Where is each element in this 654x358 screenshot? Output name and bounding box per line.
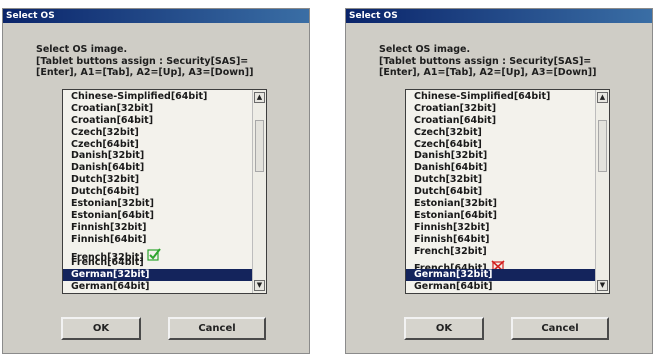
- os-list-item-label: Danish[32bit]: [71, 150, 145, 162]
- os-list-item[interactable]: Estonian[64bit]: [406, 210, 595, 222]
- prompt-line-1: Select OS image.: [379, 44, 471, 55]
- os-list-item-label: Danish[64bit]: [414, 162, 488, 174]
- ok-button[interactable]: OK: [404, 317, 484, 340]
- os-list-item[interactable]: Croatian[64bit]: [406, 115, 595, 127]
- os-list-item-label: Dutch[64bit]: [414, 186, 483, 198]
- os-list-item-label: Czech[32bit]: [414, 126, 482, 138]
- os-list-item-label: Finnish[64bit]: [71, 233, 147, 245]
- instruction-text: Select OS image. [Tablet buttons assign …: [379, 44, 645, 78]
- select-os-dialog-left: Select OS Select OS image. [Tablet butto…: [2, 8, 310, 354]
- os-list-item-label: Czech[32bit]: [71, 126, 139, 138]
- os-list-item[interactable]: Croatian[32bit]: [406, 103, 595, 115]
- scroll-up-arrow-icon[interactable]: ▲: [254, 92, 265, 103]
- prompt-line-3: [Enter], A1=[Tab], A2=[Up], A3=[Down]]: [379, 67, 597, 78]
- os-list-item-label: Estonian[32bit]: [71, 198, 154, 210]
- os-list-item[interactable]: Dutch[64bit]: [406, 186, 595, 198]
- os-list-item[interactable]: Chinese-Simplified[64bit]: [406, 91, 595, 103]
- os-list-item-label: Danish[64bit]: [71, 162, 145, 174]
- os-list-item-label: Estonian[64bit]: [414, 209, 497, 221]
- os-list-item-label: Czech[64bit]: [414, 138, 482, 150]
- os-list-item[interactable]: German[64bit]: [406, 281, 595, 293]
- os-list-item[interactable]: Estonian[64bit]: [63, 210, 252, 222]
- dialog-title: Select OS: [3, 9, 309, 23]
- prompt-line-2: [Tablet buttons assign : Security[SAS]=: [379, 56, 592, 67]
- os-list-item[interactable]: French[64bit]: [63, 257, 252, 269]
- os-list-item[interactable]: French[32bit]: [63, 246, 252, 263]
- prompt-line-1: Select OS image.: [36, 44, 128, 55]
- os-list-item[interactable]: Czech[64bit]: [406, 139, 595, 151]
- os-list-item[interactable]: German[32bit]: [63, 269, 252, 282]
- os-list-item-label: Dutch[64bit]: [71, 186, 140, 198]
- os-list-item[interactable]: Dutch[32bit]: [406, 174, 595, 186]
- os-list-item-label: French[32bit]: [414, 245, 487, 257]
- os-list-item[interactable]: Chinese-Simplified[64bit]: [63, 91, 252, 103]
- ok-button[interactable]: OK: [61, 317, 141, 340]
- cancel-button[interactable]: Cancel: [511, 317, 609, 340]
- os-list-item-label: Chinese-Simplified[64bit]: [414, 91, 551, 102]
- os-list-item[interactable]: Czech[64bit]: [63, 139, 252, 151]
- os-list-item[interactable]: Finnish[32bit]: [63, 222, 252, 234]
- os-list-item-label: Dutch[32bit]: [71, 174, 140, 186]
- os-list-item[interactable]: Estonian[32bit]: [63, 198, 252, 210]
- instruction-text: Select OS image. [Tablet buttons assign …: [36, 44, 302, 78]
- os-image-listbox[interactable]: Chinese-Simplified[64bit] Croatian[32bit]…: [62, 89, 267, 294]
- scroll-down-arrow-icon[interactable]: ▼: [597, 280, 608, 291]
- os-list-items: Chinese-Simplified[64bit] Croatian[32bit]…: [406, 91, 595, 294]
- os-list-item[interactable]: French[64bit]: [406, 257, 595, 274]
- os-list-item-label: German[64bit]: [71, 281, 150, 293]
- os-list-item-label: Croatian[64bit]: [71, 114, 154, 126]
- os-image-listbox[interactable]: Chinese-Simplified[64bit] Croatian[32bit]…: [405, 89, 610, 294]
- os-list-item-label: Finnish[32bit]: [414, 221, 490, 233]
- os-list-item-label: German[64bit]: [414, 281, 493, 293]
- os-list-item[interactable]: Finnish[64bit]: [63, 234, 252, 246]
- os-list-item[interactable]: Danish[64bit]: [406, 162, 595, 174]
- os-list-item-label: Greek[32bit]: [414, 293, 482, 294]
- listbox-scrollbar[interactable]: ▲ ▼: [252, 90, 266, 293]
- os-list-item-label: Danish[32bit]: [414, 150, 488, 162]
- scroll-up-arrow-icon[interactable]: ▲: [597, 92, 608, 103]
- os-list-item-label: Greek[32bit]: [71, 293, 139, 294]
- os-list-item[interactable]: Czech[32bit]: [63, 127, 252, 139]
- os-list-item[interactable]: Estonian[32bit]: [406, 198, 595, 210]
- os-list-item-label: Estonian[64bit]: [71, 209, 154, 221]
- os-list-item[interactable]: German[32bit]: [406, 269, 595, 282]
- os-list-item[interactable]: French[32bit]: [406, 246, 595, 258]
- select-os-dialog-right: Select OS Select OS image. [Tablet butto…: [345, 8, 653, 354]
- prompt-line-3: [Enter], A1=[Tab], A2=[Up], A3=[Down]]: [36, 67, 254, 78]
- os-list-item-label: Finnish[64bit]: [414, 233, 490, 245]
- scrollbar-thumb[interactable]: [255, 120, 264, 172]
- dialog-title: Select OS: [346, 9, 652, 23]
- cancel-button[interactable]: Cancel: [168, 317, 266, 340]
- os-list-item[interactable]: Greek[32bit]: [63, 293, 252, 294]
- os-list-item[interactable]: Dutch[64bit]: [63, 186, 252, 198]
- os-list-item[interactable]: Croatian[64bit]: [63, 115, 252, 127]
- os-list-item-label: German[32bit]: [414, 269, 493, 281]
- os-list-item[interactable]: Danish[64bit]: [63, 162, 252, 174]
- os-list-item-label: Chinese-Simplified[64bit]: [71, 91, 208, 102]
- os-list-item[interactable]: Croatian[32bit]: [63, 103, 252, 115]
- scroll-down-arrow-icon[interactable]: ▼: [254, 280, 265, 291]
- os-list-item[interactable]: German[64bit]: [63, 281, 252, 293]
- os-list-item[interactable]: Greek[32bit]: [406, 293, 595, 294]
- scrollbar-thumb[interactable]: [598, 120, 607, 172]
- os-list-item-label: Croatian[64bit]: [414, 114, 497, 126]
- os-list-item[interactable]: Dutch[32bit]: [63, 174, 252, 186]
- os-list-item-label: Finnish[32bit]: [71, 221, 147, 233]
- os-list-items: Chinese-Simplified[64bit] Croatian[32bit]…: [63, 91, 252, 294]
- os-list-item[interactable]: Danish[32bit]: [406, 150, 595, 162]
- os-list-item-label: Czech[64bit]: [71, 138, 139, 150]
- os-list-item[interactable]: Finnish[32bit]: [406, 222, 595, 234]
- os-list-item-label: Croatian[32bit]: [414, 102, 497, 114]
- os-list-item-label: German[32bit]: [71, 269, 150, 281]
- os-list-item-label: Dutch[32bit]: [414, 174, 483, 186]
- listbox-scrollbar[interactable]: ▲ ▼: [595, 90, 609, 293]
- os-list-item[interactable]: Czech[32bit]: [406, 127, 595, 139]
- prompt-line-2: [Tablet buttons assign : Security[SAS]=: [36, 56, 249, 67]
- os-list-item-label: Croatian[32bit]: [71, 102, 154, 114]
- os-list-item-label: French[64bit]: [71, 257, 144, 269]
- os-list-item[interactable]: Finnish[64bit]: [406, 234, 595, 246]
- os-list-item-label: Estonian[32bit]: [414, 198, 497, 210]
- os-list-item[interactable]: Danish[32bit]: [63, 150, 252, 162]
